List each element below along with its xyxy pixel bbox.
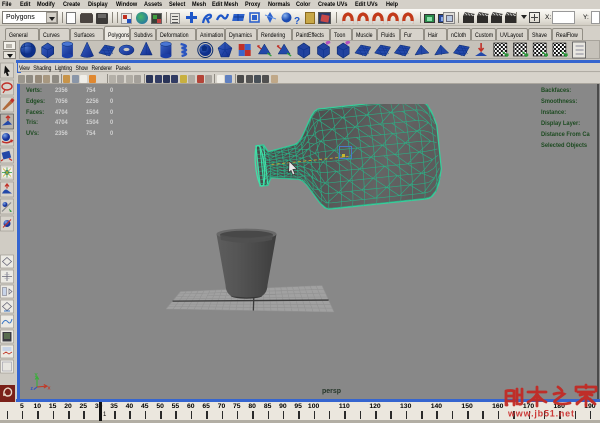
- svg-text:z: z: [31, 386, 34, 392]
- svg-text:x: x: [48, 386, 52, 392]
- svg-text:www.jb51.net: www.jb51.net: [507, 409, 575, 419]
